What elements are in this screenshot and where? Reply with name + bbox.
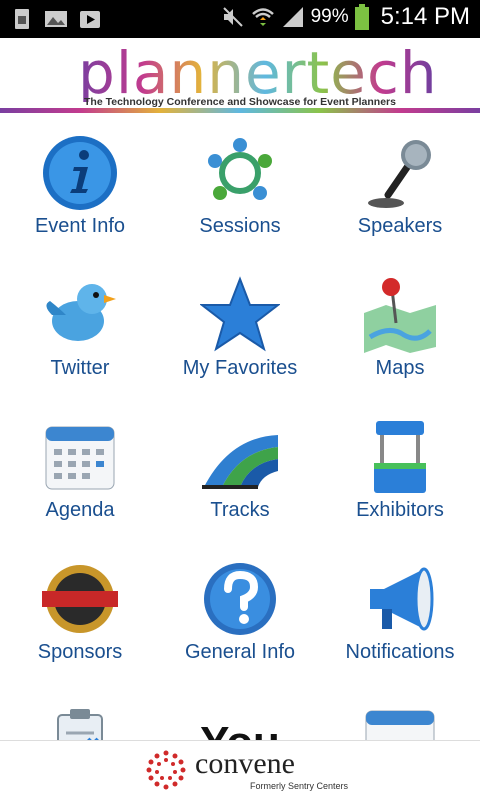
app-header: plannertech The Technology Conference an… xyxy=(0,38,480,115)
tracks-icon xyxy=(202,435,278,489)
wifi-icon xyxy=(251,8,274,26)
status-bar: 99% 5:14 PM xyxy=(0,0,480,38)
sim-icon xyxy=(15,9,29,29)
megaphone-icon xyxy=(370,567,434,631)
convene-logo-icon xyxy=(146,750,186,790)
calendar-icon xyxy=(365,710,435,740)
question-icon xyxy=(204,563,276,635)
people-circle-icon xyxy=(208,138,272,200)
signal-icon xyxy=(282,7,303,27)
star-icon xyxy=(200,276,280,352)
tile-label: Event Info xyxy=(34,215,126,237)
tile-exhibitors[interactable]: Exhibitors xyxy=(320,399,480,541)
map-pin-icon xyxy=(364,278,436,353)
tile-maps[interactable]: Maps xyxy=(320,257,480,399)
medal-icon xyxy=(42,565,118,633)
youtube-text: You xyxy=(200,718,280,740)
bird-icon xyxy=(46,284,116,341)
plannertech-logo: plannertech xyxy=(78,39,438,107)
tile-general-info[interactable]: General Info xyxy=(160,541,320,683)
tile-label: Exhibitors xyxy=(356,499,444,521)
convene-subtitle: Formerly Sentry Centers xyxy=(250,781,349,791)
tile-label: Twitter xyxy=(50,357,110,379)
tile-event-info[interactable]: Event Info xyxy=(0,115,160,257)
tile-label: Speakers xyxy=(357,215,443,237)
tile-tracks[interactable]: Tracks xyxy=(160,399,320,541)
clipboard-icon xyxy=(57,709,103,740)
menu-grid: Event Info Sessions Speakers Twitter My … xyxy=(0,115,480,740)
tile-youtube[interactable]: You xyxy=(160,683,320,740)
tile-clipboard[interactable] xyxy=(0,683,160,740)
youtube-icon: You xyxy=(200,718,280,740)
tile-label: Notifications xyxy=(345,641,455,663)
battery-icon xyxy=(354,4,369,30)
tile-agenda[interactable]: Agenda xyxy=(0,399,160,541)
info-icon xyxy=(43,136,117,210)
footer-banner[interactable]: convene Formerly Sentry Centers xyxy=(0,740,480,800)
convene-brand: convene xyxy=(195,747,295,780)
mute-icon xyxy=(222,7,243,27)
tile-twitter[interactable]: Twitter xyxy=(0,257,160,399)
tile-label: Tracks xyxy=(210,499,270,521)
tile-speakers[interactable]: Speakers xyxy=(320,115,480,257)
tile-calendar[interactable] xyxy=(320,683,480,740)
tile-sessions[interactable]: Sessions xyxy=(160,115,320,257)
tile-label: My Favorites xyxy=(182,357,298,379)
header-divider xyxy=(0,108,480,113)
tile-label: Sponsors xyxy=(37,641,123,663)
play-store-icon xyxy=(80,11,100,28)
booth-icon xyxy=(374,421,426,493)
tile-label: Sessions xyxy=(199,215,281,237)
battery-percent: 99% xyxy=(310,6,349,27)
clock: 5:14 PM xyxy=(380,3,470,30)
calendar-icon xyxy=(45,426,115,490)
microphone-icon xyxy=(368,140,431,208)
tile-label: General Info xyxy=(184,641,296,663)
tile-label: Agenda xyxy=(45,499,115,521)
image-icon xyxy=(45,11,67,27)
tagline: The Technology Conference and Showcase f… xyxy=(84,96,396,108)
tile-my-favorites[interactable]: My Favorites xyxy=(160,257,320,399)
tile-notifications[interactable]: Notifications xyxy=(320,541,480,683)
tile-label: Maps xyxy=(375,357,425,379)
tile-sponsors[interactable]: Sponsors xyxy=(0,541,160,683)
